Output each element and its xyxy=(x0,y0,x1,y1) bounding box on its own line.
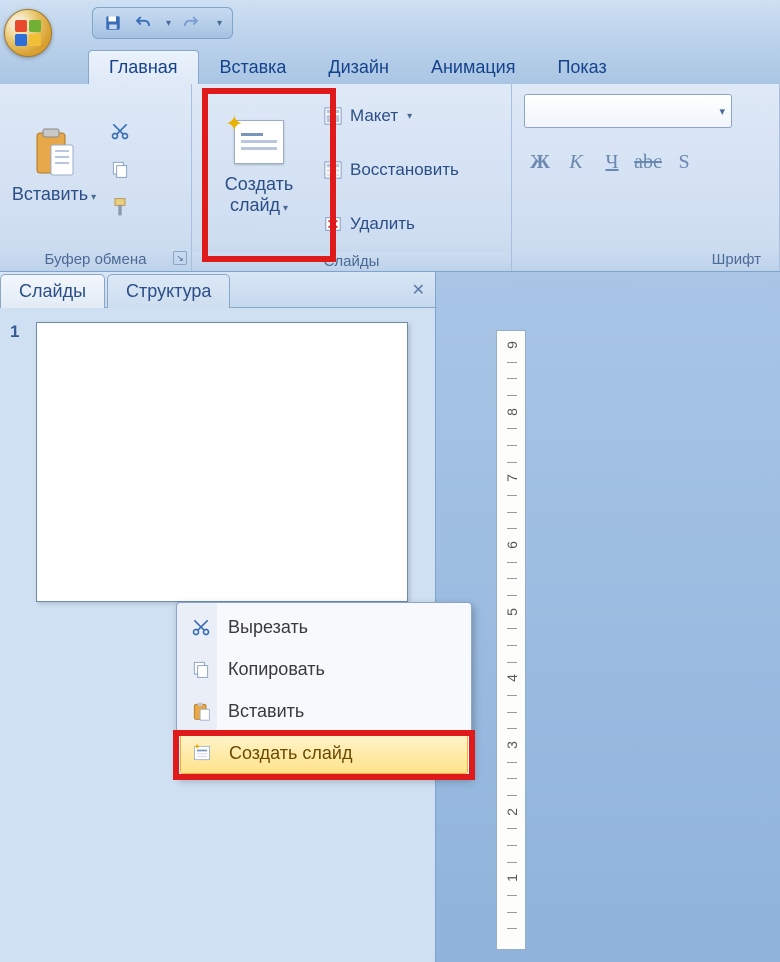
ruler-number: 1 xyxy=(504,869,520,887)
reset-icon xyxy=(322,159,344,181)
close-panel-icon[interactable]: ✕ xyxy=(412,280,425,300)
group-font: ▾ Ж К Ч abc S Шрифт xyxy=(512,84,780,271)
thumbnail-area: 1 xyxy=(0,308,435,616)
tab-slideshow[interactable]: Показ xyxy=(536,50,627,84)
slides-panel: Слайды Структура ✕ 1 Вырезать Копировать… xyxy=(0,272,436,962)
delete-slide-icon xyxy=(322,213,344,235)
panel-tab-slides[interactable]: Слайды xyxy=(0,274,105,308)
chevron-down-icon: ▾ xyxy=(283,203,288,214)
strikethrough-button[interactable]: abc xyxy=(632,146,664,178)
copy-icon xyxy=(188,656,214,682)
cut-icon[interactable] xyxy=(108,119,132,143)
new-slide-icon: ✦ xyxy=(189,740,215,766)
redo-icon[interactable] xyxy=(181,13,201,33)
context-copy-label: Копировать xyxy=(228,659,325,680)
layout-button[interactable]: Макет ▾ xyxy=(322,92,459,140)
font-family-combo[interactable]: ▾ xyxy=(524,94,732,128)
paste-label: Вставить xyxy=(12,184,88,204)
context-new-slide-label: Создать слайд xyxy=(229,743,352,764)
undo-dropdown-icon[interactable]: ▾ xyxy=(166,18,171,29)
tab-insert[interactable]: Вставка xyxy=(199,50,308,84)
group-clipboard: Вставить▾ Буфер обмена ↘ xyxy=(0,84,192,271)
ruler-number: 2 xyxy=(504,803,520,821)
ruler-number: 8 xyxy=(504,403,520,421)
new-slide-icon: ✦ xyxy=(234,120,284,164)
context-copy[interactable]: Копировать xyxy=(180,648,468,690)
slide-number-label: 1 xyxy=(10,322,19,342)
dialog-launcher-icon[interactable]: ↘ xyxy=(173,251,187,265)
context-paste-label: Вставить xyxy=(228,701,304,722)
undo-icon[interactable] xyxy=(133,13,153,33)
new-slide-button[interactable]: ✦ Создать слайд▾ xyxy=(200,114,318,221)
context-new-slide[interactable]: ✦ Создать слайд xyxy=(180,732,468,774)
group-label-slides: Слайды xyxy=(192,252,511,271)
context-cut[interactable]: Вырезать xyxy=(180,606,468,648)
vertical-ruler: 9 8 7 6 5 4 3 2 1 xyxy=(496,330,526,950)
paste-icon xyxy=(31,127,77,179)
quick-access-toolbar: ▾ ▾ xyxy=(92,7,233,39)
chevron-down-icon: ▾ xyxy=(407,111,412,122)
context-cut-label: Вырезать xyxy=(228,617,308,638)
tab-home[interactable]: Главная xyxy=(88,50,199,84)
tab-design[interactable]: Дизайн xyxy=(307,50,410,84)
ruler-number: 7 xyxy=(504,469,520,487)
paste-button[interactable]: Вставить▾ xyxy=(8,91,100,241)
delete-label: Удалить xyxy=(350,214,415,234)
copy-icon[interactable] xyxy=(108,157,132,181)
office-button[interactable] xyxy=(4,9,52,57)
ribbon-tabs: Главная Вставка Дизайн Анимация Показ xyxy=(0,46,780,84)
ruler-number: 4 xyxy=(504,669,520,687)
reset-label: Восстановить xyxy=(350,160,459,180)
italic-button[interactable]: К xyxy=(560,146,592,178)
workspace: Слайды Структура ✕ 1 Вырезать Копировать… xyxy=(0,272,780,962)
chevron-down-icon: ▾ xyxy=(719,105,725,118)
ruler-number: 6 xyxy=(504,536,520,554)
panel-tabs: Слайды Структура ✕ xyxy=(0,272,435,308)
office-logo-icon xyxy=(15,20,41,46)
slide-thumbnail-1[interactable] xyxy=(36,322,408,602)
text-shadow-button[interactable]: S xyxy=(668,146,700,178)
paste-icon xyxy=(188,698,214,724)
slide-edit-area: 9 8 7 6 5 4 3 2 1 xyxy=(436,272,780,962)
reset-button[interactable]: Восстановить xyxy=(322,146,459,194)
ruler-number: 3 xyxy=(504,736,520,754)
group-label-clipboard: Буфер обмена ↘ xyxy=(0,247,191,271)
delete-button[interactable]: Удалить xyxy=(322,200,459,248)
qat-customize-icon[interactable]: ▾ xyxy=(217,18,222,29)
bold-button[interactable]: Ж xyxy=(524,146,556,178)
underline-button[interactable]: Ч xyxy=(596,146,628,178)
chevron-down-icon: ▾ xyxy=(91,192,96,203)
ribbon: Вставить▾ Буфер обмена ↘ xyxy=(0,84,780,272)
layout-label: Макет xyxy=(350,106,398,126)
panel-tab-outline[interactable]: Структура xyxy=(107,274,230,308)
ruler-number: 5 xyxy=(504,603,520,621)
group-label-font: Шрифт xyxy=(512,247,779,271)
layout-icon xyxy=(322,105,344,127)
title-bar: ▾ ▾ xyxy=(0,0,780,46)
context-menu: Вырезать Копировать Вставить ✦ Создать с… xyxy=(176,602,472,778)
context-paste[interactable]: Вставить xyxy=(180,690,468,732)
format-painter-icon[interactable] xyxy=(108,195,132,219)
cut-icon xyxy=(188,614,214,640)
ruler-number: 9 xyxy=(504,336,520,354)
tab-animation[interactable]: Анимация xyxy=(410,50,537,84)
save-icon[interactable] xyxy=(103,13,123,33)
group-slides: ✦ Создать слайд▾ Макет ▾ Восстановить Уда… xyxy=(192,84,512,271)
